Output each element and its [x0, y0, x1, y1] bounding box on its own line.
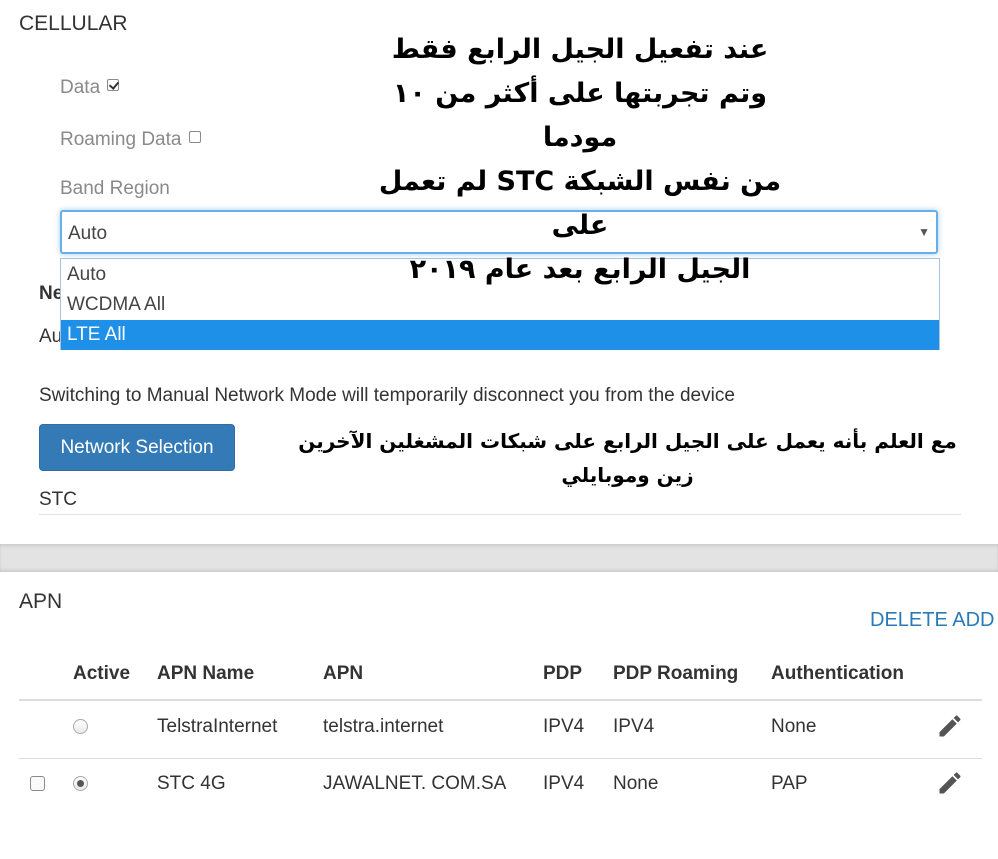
column-header-apn: APN [323, 663, 364, 684]
band-region-selected-value: Auto [68, 223, 108, 244]
band-option-wcdma-all[interactable]: WCDMA All [61, 290, 939, 320]
divider [39, 514, 961, 515]
add-apn-link[interactable]: ADD [952, 609, 994, 631]
column-header-active: Active [73, 663, 131, 684]
cellular-section-title: CELLULAR [19, 12, 128, 35]
arabic-note-line: مع العلم بأنه يعمل على الجيل الرابع على … [298, 429, 957, 453]
arabic-note-bottom: مع العلم بأنه يعمل على الجيل الرابع على … [285, 424, 970, 492]
authentication-cell: None [771, 716, 817, 737]
roaming-data-toggle[interactable]: Roaming Data [60, 129, 201, 151]
table-row: STC 4G JAWALNET. COM.SA IPV4 None PAP [19, 759, 982, 815]
network-mode-value: Au [39, 326, 63, 347]
apn-name-cell: STC 4G [157, 773, 226, 794]
pdp-roaming-cell: IPV4 [613, 716, 655, 737]
data-toggle[interactable]: Data [60, 77, 120, 99]
band-region-label: Band Region [60, 178, 170, 199]
column-header-pdp-roaming: PDP Roaming [613, 663, 739, 684]
band-option-label: Auto [67, 264, 107, 285]
pencil-icon[interactable] [936, 712, 964, 740]
delete-apn-link[interactable]: DELETE [870, 609, 948, 631]
arabic-note-line: الجيل الرابع بعد عام ٢٠١٩ [409, 254, 751, 285]
column-header-apn-name: APN Name [157, 663, 255, 684]
pencil-icon[interactable] [936, 769, 964, 797]
network-mode-warning: Switching to Manual Network Mode will te… [39, 385, 735, 406]
active-radio[interactable] [73, 719, 88, 734]
data-label: Data [60, 77, 101, 98]
table-row: TelstraInternet telstra.internet IPV4 IP… [19, 702, 982, 758]
arabic-note-line: وتم تجربتها على أكثر من ١٠ مودما [392, 78, 768, 153]
arabic-note-line: زين وموبايلي [561, 463, 694, 487]
roaming-data-label: Roaming Data [60, 129, 182, 150]
arabic-note-top: عند تفعيل الجيل الرابع فقط وتم تجربتها ع… [355, 28, 805, 292]
arabic-note-line: عند تفعيل الجيل الرابع فقط [391, 34, 769, 65]
arabic-note-line: من نفس الشبكة STC لم تعمل على [378, 166, 782, 241]
row-select-checkbox[interactable] [30, 776, 45, 791]
dropdown-arrow-icon: ▼ [918, 225, 930, 239]
apn-cell: JAWALNET. COM.SA [323, 773, 507, 794]
section-separator [0, 544, 998, 572]
apn-section-title: APN [19, 590, 63, 613]
data-checkbox[interactable] [107, 79, 120, 91]
band-option-lte-all[interactable]: LTE All [61, 320, 939, 350]
pdp-cell: IPV4 [543, 773, 585, 794]
band-option-label: LTE All [67, 324, 126, 345]
apn-actions: DELETE ADD [870, 609, 995, 632]
pdp-roaming-cell: None [613, 773, 659, 794]
column-header-pdp: PDP [543, 663, 583, 684]
pdp-cell: IPV4 [543, 716, 585, 737]
network-selection-button[interactable]: Network Selection [39, 424, 235, 471]
apn-name-cell: TelstraInternet [157, 716, 278, 737]
table-header-divider [19, 699, 982, 701]
column-header-authentication: Authentication [771, 663, 904, 684]
band-option-label: WCDMA All [67, 294, 166, 315]
authentication-cell: PAP [771, 773, 808, 794]
carrier-name: STC [39, 489, 77, 510]
apn-cell: telstra.internet [323, 716, 444, 737]
roaming-data-checkbox[interactable] [188, 131, 201, 143]
active-radio[interactable] [73, 776, 88, 791]
